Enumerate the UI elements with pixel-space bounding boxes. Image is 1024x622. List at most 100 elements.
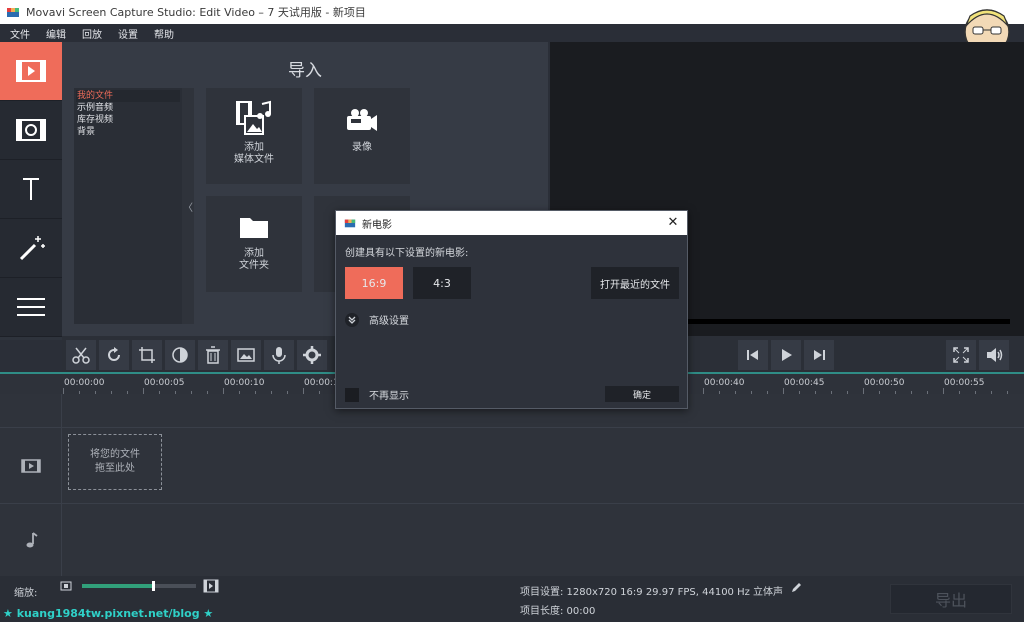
zoom-slider-thumb[interactable] <box>151 581 155 591</box>
image-icon <box>237 348 255 362</box>
video-camera-icon <box>347 109 377 131</box>
image-button[interactable] <box>231 340 261 370</box>
color-adjust-button[interactable] <box>165 340 195 370</box>
tree-item-sample-audio[interactable]: 示例音频 <box>76 102 180 114</box>
zoom-label: 缩放: <box>14 588 38 599</box>
volume-button[interactable] <box>979 340 1009 370</box>
crop-button[interactable] <box>132 340 162 370</box>
microphone-icon <box>272 347 286 364</box>
status-bar: 缩放: 项目设置: 1280x720 16:9 29.97 FPS, 44100… <box>0 576 1024 622</box>
chevron-left-icon: 〈 <box>183 202 193 214</box>
play-button[interactable] <box>771 340 801 370</box>
ratio-16-9-button[interactable]: 16:9 <box>345 267 403 299</box>
scissors-icon <box>72 347 90 364</box>
timeline-tracks: 将您的文件 拖至此处 <box>0 394 1024 576</box>
tool-filters[interactable] <box>0 101 62 160</box>
cut-button[interactable] <box>66 340 96 370</box>
menu-edit[interactable]: 编辑 <box>46 26 66 41</box>
project-length: 项目长度: 00:00 <box>520 606 596 617</box>
rotate-button[interactable] <box>99 340 129 370</box>
tree-collapse-button[interactable]: 〈 <box>182 88 194 324</box>
media-files-icon <box>236 100 271 135</box>
ruler-tick-label: 00:00:00 <box>64 378 105 388</box>
film-import-icon <box>16 60 46 82</box>
track-side-top <box>0 394 62 427</box>
fullscreen-button[interactable] <box>946 340 976 370</box>
add-folder-label-2: 文件夹 <box>239 260 269 271</box>
menu-settings[interactable]: 设置 <box>118 26 138 41</box>
skip-forward-icon <box>814 350 825 360</box>
gear-icon <box>303 346 321 364</box>
tool-import[interactable] <box>0 42 62 101</box>
new-movie-dialog: 新电影 ✕ 创建具有以下设置的新电影: 16:9 4:3 打开最近的文件 高级设… <box>335 210 688 409</box>
add-media-tile[interactable]: 添加 媒体文件 <box>206 88 302 184</box>
file-tree: 我的文件 示例音频 库存视频 背景 <box>74 88 182 324</box>
tree-item-stock-video[interactable]: 库存视频 <box>76 114 180 126</box>
ruler-tick-label: 00:00:40 <box>704 378 745 388</box>
menu-bar: 文件 编辑 回放 设置 帮助 <box>0 24 1024 42</box>
tool-more[interactable] <box>0 278 62 337</box>
delete-button[interactable] <box>198 340 228 370</box>
pencil-icon[interactable] <box>790 582 802 594</box>
import-title: 导入 <box>288 61 322 81</box>
export-button[interactable]: 导出 <box>890 584 1012 614</box>
window-titlebar: Movavi Screen Capture Studio: Edit Video… <box>0 0 1024 24</box>
contrast-icon <box>172 347 188 363</box>
ok-button[interactable]: 确定 <box>605 386 679 402</box>
close-icon[interactable]: ✕ <box>665 214 681 230</box>
ruler-tick-label: 00:00:55 <box>944 378 985 388</box>
ratio-4-3-button[interactable]: 4:3 <box>413 267 471 299</box>
left-toolbar <box>0 42 62 340</box>
music-note-icon <box>26 532 38 548</box>
preview-scrub-bar[interactable] <box>680 319 1010 324</box>
skip-back-icon <box>747 350 758 360</box>
drop-zone-line-1: 将您的文件 <box>90 449 140 460</box>
dont-show-checkbox[interactable] <box>345 387 359 402</box>
previous-frame-button[interactable] <box>738 340 768 370</box>
dont-show-again: 不再显示 <box>345 387 409 402</box>
open-recent-button[interactable]: 打开最近的文件 <box>591 267 679 299</box>
trash-icon <box>206 346 220 364</box>
add-folder-label-1: 添加 <box>244 248 264 259</box>
add-media-label-2: 媒体文件 <box>234 154 274 165</box>
window-title: Movavi Screen Capture Studio: Edit Video… <box>26 6 366 19</box>
speaker-icon <box>987 348 1003 362</box>
tree-item-my-files[interactable]: 我的文件 <box>76 90 180 102</box>
filters-icon <box>16 119 46 141</box>
project-settings-text: 项目设置: 1280x720 16:9 29.97 FPS, 44100 Hz … <box>520 587 784 598</box>
project-settings: 项目设置: 1280x720 16:9 29.97 FPS, 44100 Hz … <box>520 583 783 598</box>
dialog-titlebar: 新电影 ✕ <box>336 211 687 235</box>
tree-item-backgrounds[interactable]: 背景 <box>76 126 180 138</box>
rotate-icon <box>108 347 120 361</box>
audio-track[interactable] <box>0 504 1024 576</box>
folder-icon <box>240 218 268 238</box>
timeline-drop-zone[interactable]: 将您的文件 拖至此处 <box>68 434 162 490</box>
audio-track-header <box>0 504 62 576</box>
menu-file[interactable]: 文件 <box>10 26 30 41</box>
video-track-icon <box>20 458 41 473</box>
dialog-title: 新电影 <box>362 219 392 231</box>
next-frame-button[interactable] <box>804 340 834 370</box>
advanced-settings-toggle[interactable]: 高级设置 <box>345 312 409 327</box>
advanced-settings-label: 高级设置 <box>369 316 409 327</box>
play-icon <box>782 349 792 361</box>
menu-playback[interactable]: 回放 <box>82 26 102 41</box>
movavi-app-icon <box>7 8 19 17</box>
movavi-app-icon <box>344 219 356 228</box>
drop-zone-line-2: 拖至此处 <box>95 463 135 474</box>
zoom-in-icon[interactable] <box>203 579 219 593</box>
zoom-slider-fill <box>82 584 153 588</box>
video-track-header <box>0 428 62 503</box>
tool-effects[interactable] <box>0 219 62 278</box>
add-folder-tile[interactable]: 添加 文件夹 <box>206 196 302 292</box>
record-audio-button[interactable] <box>264 340 294 370</box>
magic-wand-icon <box>19 236 45 261</box>
clip-settings-button[interactable] <box>297 340 327 370</box>
zoom-out-icon[interactable] <box>60 581 72 591</box>
zoom-slider[interactable] <box>82 581 196 591</box>
tool-titles[interactable] <box>0 160 62 219</box>
record-label: 录像 <box>352 142 372 153</box>
record-video-tile[interactable]: 录像 <box>314 88 410 184</box>
ruler-tick-label: 00:00:50 <box>864 378 905 388</box>
menu-help[interactable]: 帮助 <box>154 26 174 41</box>
